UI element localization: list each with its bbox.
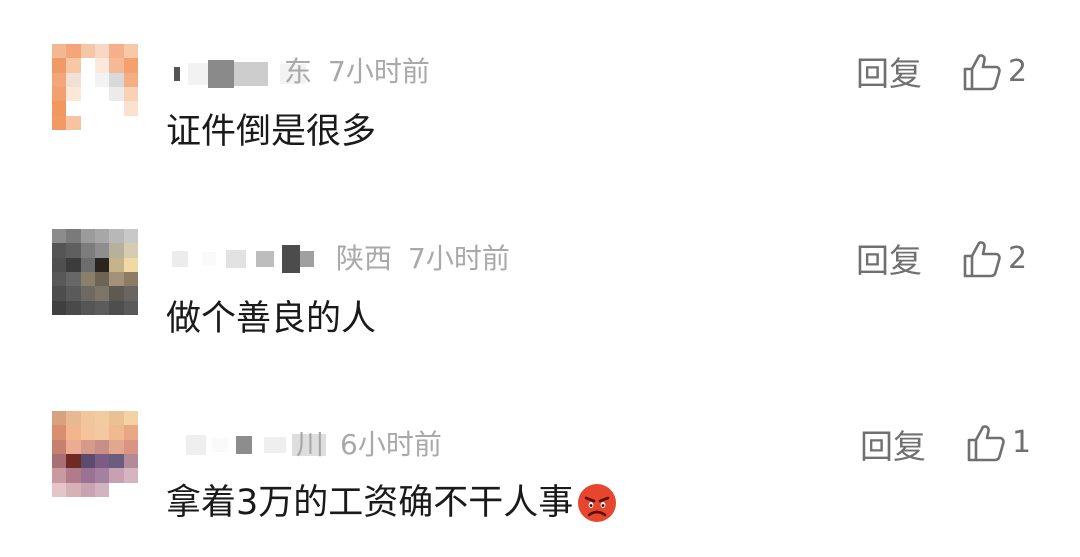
comment-meta: 川 6小时前	[296, 427, 442, 463]
comment-item: 川 6小时前 拿着3万的工资确不干人事 回复 1	[0, 369, 1080, 523]
avatar[interactable]	[52, 229, 138, 315]
reply-button[interactable]: 回复	[860, 427, 926, 467]
like-button[interactable]: 2	[962, 239, 1027, 279]
timestamp: 7小时前	[328, 55, 430, 88]
comment-text-body: 证件倒是很多	[166, 112, 377, 152]
thumbs-up-icon	[963, 54, 1001, 91]
avatar[interactable]	[52, 44, 138, 130]
like-button[interactable]: 2	[962, 52, 1027, 92]
like-count: 2	[1008, 241, 1028, 276]
like-count: 1	[1012, 425, 1032, 460]
comment-text: 拿着3万的工资确不干人事	[166, 481, 617, 525]
location-label: 川	[296, 428, 325, 461]
comment-list: 东 7小时前 证件倒是很多 回复 2 陕西 7小时前 做个善良的人 回复 2 川…	[0, 0, 1080, 557]
comment-item: 陕西 7小时前 做个善良的人 回复 2	[0, 185, 1080, 339]
reply-button[interactable]: 回复	[856, 54, 922, 94]
like-count: 2	[1008, 54, 1028, 89]
comment-text: 证件倒是很多	[166, 110, 376, 154]
avatar[interactable]	[52, 411, 138, 497]
timestamp: 6小时前	[340, 428, 442, 461]
location-label: 陕西	[336, 242, 393, 275]
timestamp: 7小时前	[408, 242, 510, 275]
thumbs-up-icon	[967, 425, 1005, 462]
reply-button[interactable]: 回复	[856, 241, 922, 281]
angry-face-emoji	[578, 484, 617, 522]
like-button[interactable]: 1	[966, 423, 1031, 463]
comment-meta: 东 7小时前	[284, 54, 430, 90]
comment-text-body: 做个善良的人	[166, 299, 377, 339]
comment-text-body: 拿着3万的工资确不干人事	[166, 483, 574, 523]
thumbs-up-icon	[963, 241, 1001, 278]
comment-text: 做个善良的人	[166, 297, 376, 341]
comment-meta: 陕西 7小时前	[336, 241, 510, 277]
comment-item: 东 7小时前 证件倒是很多 回复 2	[0, 0, 1080, 152]
username-blurred[interactable]	[168, 241, 314, 277]
location-label: 东	[284, 55, 313, 88]
